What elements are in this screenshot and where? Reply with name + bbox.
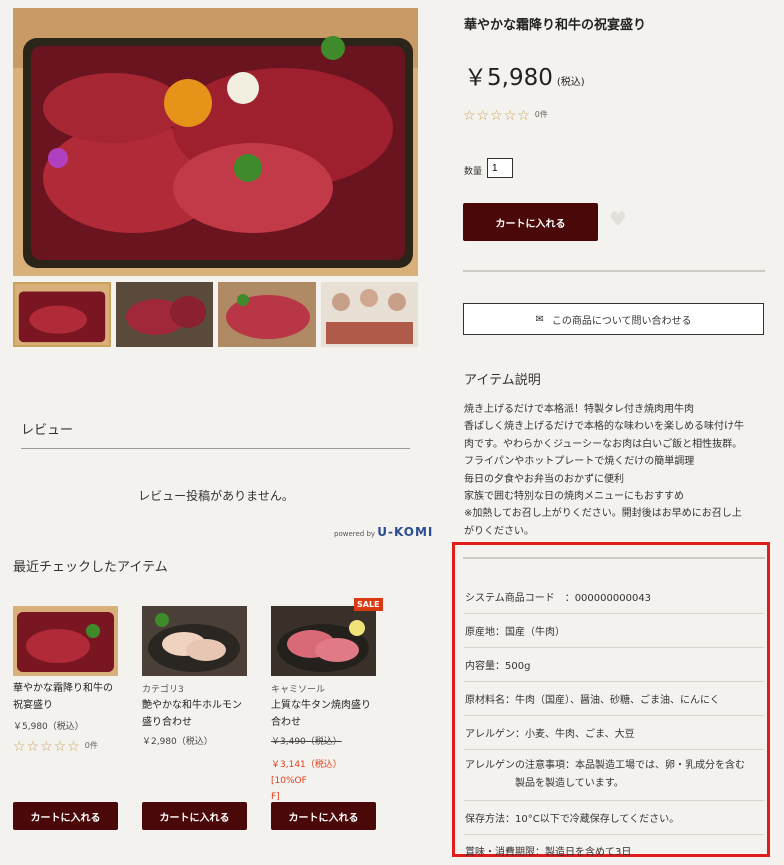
thumbnail-4[interactable] — [321, 282, 418, 347]
recent-add-to-cart-button[interactable]: カートに入れる — [13, 802, 118, 830]
quantity-input[interactable] — [487, 158, 513, 178]
thumbnail-1[interactable] — [13, 282, 111, 347]
spec-origin: 原産地：国産（牛肉） — [465, 627, 565, 638]
description-heading: アイテム説明 — [464, 373, 541, 388]
spec-allergen: アレルゲン：小麦、牛肉、ごま、大豆 — [465, 729, 635, 740]
description-line: 香ばしく焼き上げるだけで本格的な味わいを楽しめる味付け牛 — [464, 421, 744, 433]
spec-row: 原産地：国産（牛肉） — [464, 614, 764, 648]
product-price: ￥5,980 (税込) — [464, 58, 585, 92]
recent-heading: 最近チェックしたアイテム — [13, 560, 168, 575]
recent-item-sale-price: ￥3,141（税込） [10%OF F] — [271, 757, 377, 805]
star-icons: ☆☆☆☆☆ — [463, 108, 531, 124]
recent-item-card[interactable]: キャミソール 上質な牛タン焼肉盛り 合わせ ￥3,490（税込） ￥3,141（… — [271, 606, 377, 805]
spec-storage: 保存方法：10°C以下で冷蔵保存してください。 — [465, 814, 680, 825]
spec-allergen-note-cont: 製品を製造しています。 — [515, 778, 624, 789]
recent-add-to-cart-button[interactable]: カートに入れる — [142, 802, 247, 830]
recent-item-name-line[interactable]: 上質な牛タン焼肉盛り — [271, 697, 377, 714]
star-icons: ☆☆☆☆☆ — [13, 739, 81, 755]
recent-item-old-price: ￥3,490（税込） — [271, 737, 342, 747]
recent-item-category: キャミソール — [271, 685, 326, 695]
spec-table: システム商品コード ：000000000043 原産地：国産（牛肉） 内容量：5… — [464, 580, 764, 865]
description-line: 毎日の夕食やお弁当のおかずに便利 — [464, 473, 624, 485]
recent-item-price: ￥5,980（税込） — [13, 722, 84, 732]
recent-item-name-line[interactable]: 艶やかな和牛ホルモン — [142, 697, 248, 714]
spec-row: 賞味・消費期限：製造日を含めて3日 — [464, 835, 764, 865]
tax-label: (税込) — [556, 77, 585, 88]
thumbnail-3[interactable] — [218, 282, 316, 347]
no-review-message: レビュー投稿がありません。 — [138, 489, 294, 503]
spec-row: アレルゲン：小麦、牛肉、ごま、大豆 — [464, 716, 764, 750]
description-line: ※加熱してお召し上がりください。開封後はお早めにお召し上 — [464, 508, 742, 520]
recent-add-to-cart-button[interactable]: カートに入れる — [271, 802, 376, 830]
description-text: 焼き上げるだけで本格派！特製タレ付き焼肉用牛肉 香ばしく焼き上げるだけで本格的な… — [464, 401, 764, 540]
price-value: ￥5,980 — [464, 65, 553, 91]
contact-label: この商品について問い合わせる — [551, 315, 692, 327]
review-count: 0件 — [534, 110, 548, 119]
sale-price-line: ￥3,141（税込） [10%OF — [271, 760, 342, 786]
divider — [463, 270, 765, 272]
product-title: 華やかな霜降り和牛の祝宴盛り — [464, 18, 647, 33]
recent-item-price: ￥2,980（税込） — [142, 737, 213, 747]
recent-item-card[interactable]: カテゴリ3 艶やかな和牛ホルモン 盛り合わせ ￥2,980（税込） — [142, 606, 248, 747]
rating-stars: ☆☆☆☆☆ 0件 — [463, 105, 548, 124]
recent-item-name-line[interactable]: 祝宴盛り — [13, 697, 119, 714]
powered-label: powered by — [334, 530, 376, 538]
description-line: 肉です。やわらかくジューシーなお肉は白いご飯と相性抜群。 — [464, 438, 743, 450]
powered-by-ukomi[interactable]: powered by U-KOMI — [334, 525, 433, 539]
recent-item-rating: ☆☆☆☆☆ 0件 — [13, 736, 119, 755]
spec-code: システム商品コード ：000000000043 — [465, 593, 652, 604]
recent-item-card[interactable]: 華やかな霜降り和牛の 祝宴盛り ￥5,980（税込） ☆☆☆☆☆ 0件 — [13, 606, 119, 755]
spec-row: 原材料名：牛肉（国産）、醤油、砂糖、ごま油、にんにく — [464, 682, 764, 716]
spec-row: 内容量：500g — [464, 648, 764, 682]
thumbnail-2[interactable] — [116, 282, 213, 347]
recent-item-image[interactable] — [271, 606, 376, 676]
spec-allergen-note: アレルゲンの注意事項：本品製造工場では、卵・乳成分を含む — [465, 760, 745, 771]
spec-row: アレルゲンの注意事項：本品製造工場では、卵・乳成分を含む 製品を製造しています。 — [464, 750, 764, 801]
contact-product-button[interactable]: ✉ この商品について問い合わせる — [463, 303, 764, 335]
recent-item-name-line[interactable]: 華やかな霜降り和牛の — [13, 680, 119, 697]
recent-item-name-line[interactable]: 盛り合わせ — [142, 714, 248, 731]
spec-row: 保存方法：10°C以下で冷蔵保存してください。 — [464, 801, 764, 835]
description-line: 家族で囲む特別な日の焼肉メニューにもおすすめ — [464, 491, 684, 503]
recent-item-name-line[interactable]: 合わせ — [271, 714, 377, 731]
recent-item-name[interactable]: 艶やかな和牛ホルモン 盛り合わせ — [142, 697, 248, 731]
spec-row: システム商品コード ：000000000043 — [464, 580, 764, 614]
sale-badge: SALE — [354, 598, 383, 611]
description-line: フライパンやホットプレートで焼くだけの簡単調理 — [464, 456, 695, 468]
add-to-cart-button[interactable]: カートに入れる — [463, 203, 598, 241]
spec-expiry: 賞味・消費期限：製造日を含めて3日 — [465, 846, 632, 858]
recent-item-category: カテゴリ3 — [142, 685, 184, 695]
review-heading: レビュー — [21, 423, 74, 438]
spec-top-divider — [463, 557, 765, 559]
ukomi-logo: U-KOMI — [377, 525, 434, 539]
main-product-image — [13, 8, 418, 276]
spec-volume: 内容量：500g — [465, 661, 531, 672]
recent-item-name[interactable]: 上質な牛タン焼肉盛り 合わせ — [271, 697, 377, 731]
description-line: がりください。 — [464, 525, 534, 537]
quantity-label: 数量 — [464, 167, 483, 177]
mail-icon: ✉ — [535, 313, 544, 325]
review-divider — [21, 448, 410, 449]
recent-item-name[interactable]: 華やかな霜降り和牛の 祝宴盛り — [13, 680, 119, 714]
recent-item-image[interactable] — [142, 606, 247, 676]
recent-item-image[interactable] — [13, 606, 118, 676]
recent-review-count: 0件 — [84, 741, 98, 750]
favorite-heart-icon[interactable]: ♥ — [609, 207, 627, 231]
description-line: 焼き上げるだけで本格派！特製タレ付き焼肉用牛肉 — [464, 404, 694, 415]
spec-ingredients: 原材料名：牛肉（国産）、醤油、砂糖、ごま油、にんにく — [465, 695, 720, 706]
